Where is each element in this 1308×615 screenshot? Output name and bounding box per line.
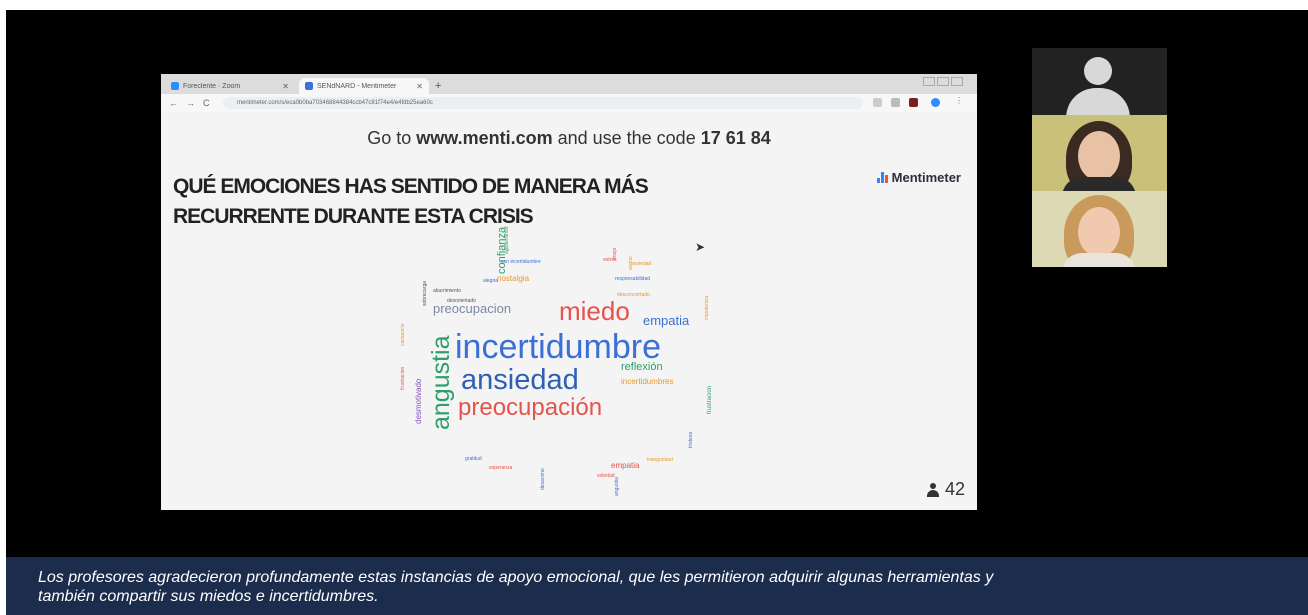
close-window-icon[interactable] bbox=[951, 77, 963, 86]
participant-face bbox=[1078, 207, 1120, 257]
left-border bbox=[0, 0, 6, 615]
participant-shirt bbox=[1062, 177, 1136, 191]
close-icon[interactable]: ✕ bbox=[416, 82, 423, 91]
word: sobrecarga bbox=[422, 280, 428, 306]
tab-zoom[interactable]: Foreclente · Zoom ✕ bbox=[165, 78, 295, 94]
word: desconcertado bbox=[617, 292, 650, 298]
word: angustia bbox=[427, 335, 455, 430]
participant-face bbox=[1078, 131, 1120, 181]
video-tile-participant[interactable] bbox=[1032, 115, 1167, 191]
word: soledad bbox=[597, 473, 615, 479]
top-border bbox=[0, 0, 1308, 10]
word: incertidumbre bbox=[455, 328, 661, 366]
window-controls bbox=[923, 77, 963, 86]
address-bar: ← → C mentimeter.com/s/eca0b0ba703468844… bbox=[161, 94, 977, 113]
close-icon[interactable]: ✕ bbox=[282, 82, 289, 91]
word: inseguridad bbox=[647, 457, 673, 463]
avatar-placeholder-body bbox=[1066, 88, 1130, 115]
browser-tab-bar: Foreclente · Zoom ✕ SENdNARD - Mentimete… bbox=[161, 74, 977, 94]
participant-counter: 42 bbox=[926, 479, 965, 500]
caption-banner: Los profesores agradecieron profundament… bbox=[6, 557, 1308, 615]
word: aburrimiento bbox=[433, 288, 461, 294]
extension-icon[interactable] bbox=[891, 98, 900, 107]
word: agotamiento bbox=[504, 226, 510, 254]
word: desanimo bbox=[540, 468, 546, 490]
maximize-icon[interactable] bbox=[937, 77, 949, 86]
participant-count: 42 bbox=[944, 479, 965, 499]
star-icon[interactable] bbox=[873, 98, 882, 107]
word: empatia bbox=[611, 461, 640, 470]
shared-screen: Foreclente · Zoom ✕ SENdNARD - Mentimete… bbox=[161, 74, 977, 510]
word: angustia bbox=[614, 477, 620, 496]
word: alegria bbox=[483, 278, 499, 284]
new-tab-icon[interactable]: + bbox=[435, 80, 441, 92]
word: gratitud bbox=[465, 456, 482, 462]
profile-avatar[interactable] bbox=[931, 98, 940, 107]
menu-icon[interactable]: ⋮ bbox=[955, 96, 964, 105]
word: tristeza bbox=[688, 431, 694, 448]
word: enojo bbox=[612, 247, 618, 260]
presentation-slide: Go to www.menti.com and use the code 17 … bbox=[161, 112, 977, 510]
tab-label: SENdNARD - Mentimeter bbox=[317, 82, 397, 90]
word: desmotivado bbox=[414, 378, 423, 424]
word: frustracion bbox=[400, 366, 406, 390]
word: esperanza bbox=[489, 465, 513, 471]
minimize-icon[interactable] bbox=[923, 77, 935, 86]
zoom-icon bbox=[171, 82, 179, 90]
word: incertidumbres bbox=[621, 377, 674, 386]
word: miedo bbox=[559, 296, 630, 326]
word: frustracion bbox=[707, 385, 713, 414]
extension-icon[interactable] bbox=[909, 98, 918, 107]
word: nostalgia bbox=[497, 274, 530, 283]
avatar-placeholder-icon bbox=[1084, 57, 1112, 85]
word: empatia bbox=[643, 313, 690, 328]
caption-line2: también compartir sus miedos e incertidu… bbox=[38, 588, 379, 605]
caption-line1: Los profesores agradecieron profundament… bbox=[38, 569, 994, 586]
word: ansiedad bbox=[461, 364, 579, 396]
url-field[interactable]: mentimeter.com/s/eca0b0ba703468844384ccb… bbox=[223, 97, 863, 109]
word: desorientado bbox=[447, 298, 476, 304]
person-icon bbox=[926, 482, 940, 497]
word: ansiedad bbox=[631, 261, 652, 267]
word: reflexión bbox=[621, 361, 663, 373]
reload-icon[interactable]: C bbox=[203, 98, 210, 108]
back-icon[interactable]: ← bbox=[169, 98, 178, 108]
participant-shirt bbox=[1062, 253, 1136, 267]
video-tile-participant[interactable] bbox=[1032, 191, 1167, 267]
tab-label: Foreclente · Zoom bbox=[183, 82, 241, 90]
forward-icon[interactable]: → bbox=[186, 98, 195, 108]
video-tile-no-camera[interactable] bbox=[1032, 48, 1167, 115]
word: preocupación bbox=[458, 394, 603, 421]
word: impotencia bbox=[704, 295, 710, 320]
word-cloud: incertidumbre ansiedad preocupación mied… bbox=[161, 112, 977, 510]
mentimeter-icon bbox=[305, 82, 313, 90]
tab-mentimeter[interactable]: SENdNARD - Mentimeter ✕ bbox=[299, 78, 429, 94]
word: animo bbox=[628, 256, 634, 270]
word: cansancio bbox=[400, 323, 406, 346]
word: responsabilidad bbox=[615, 276, 651, 282]
